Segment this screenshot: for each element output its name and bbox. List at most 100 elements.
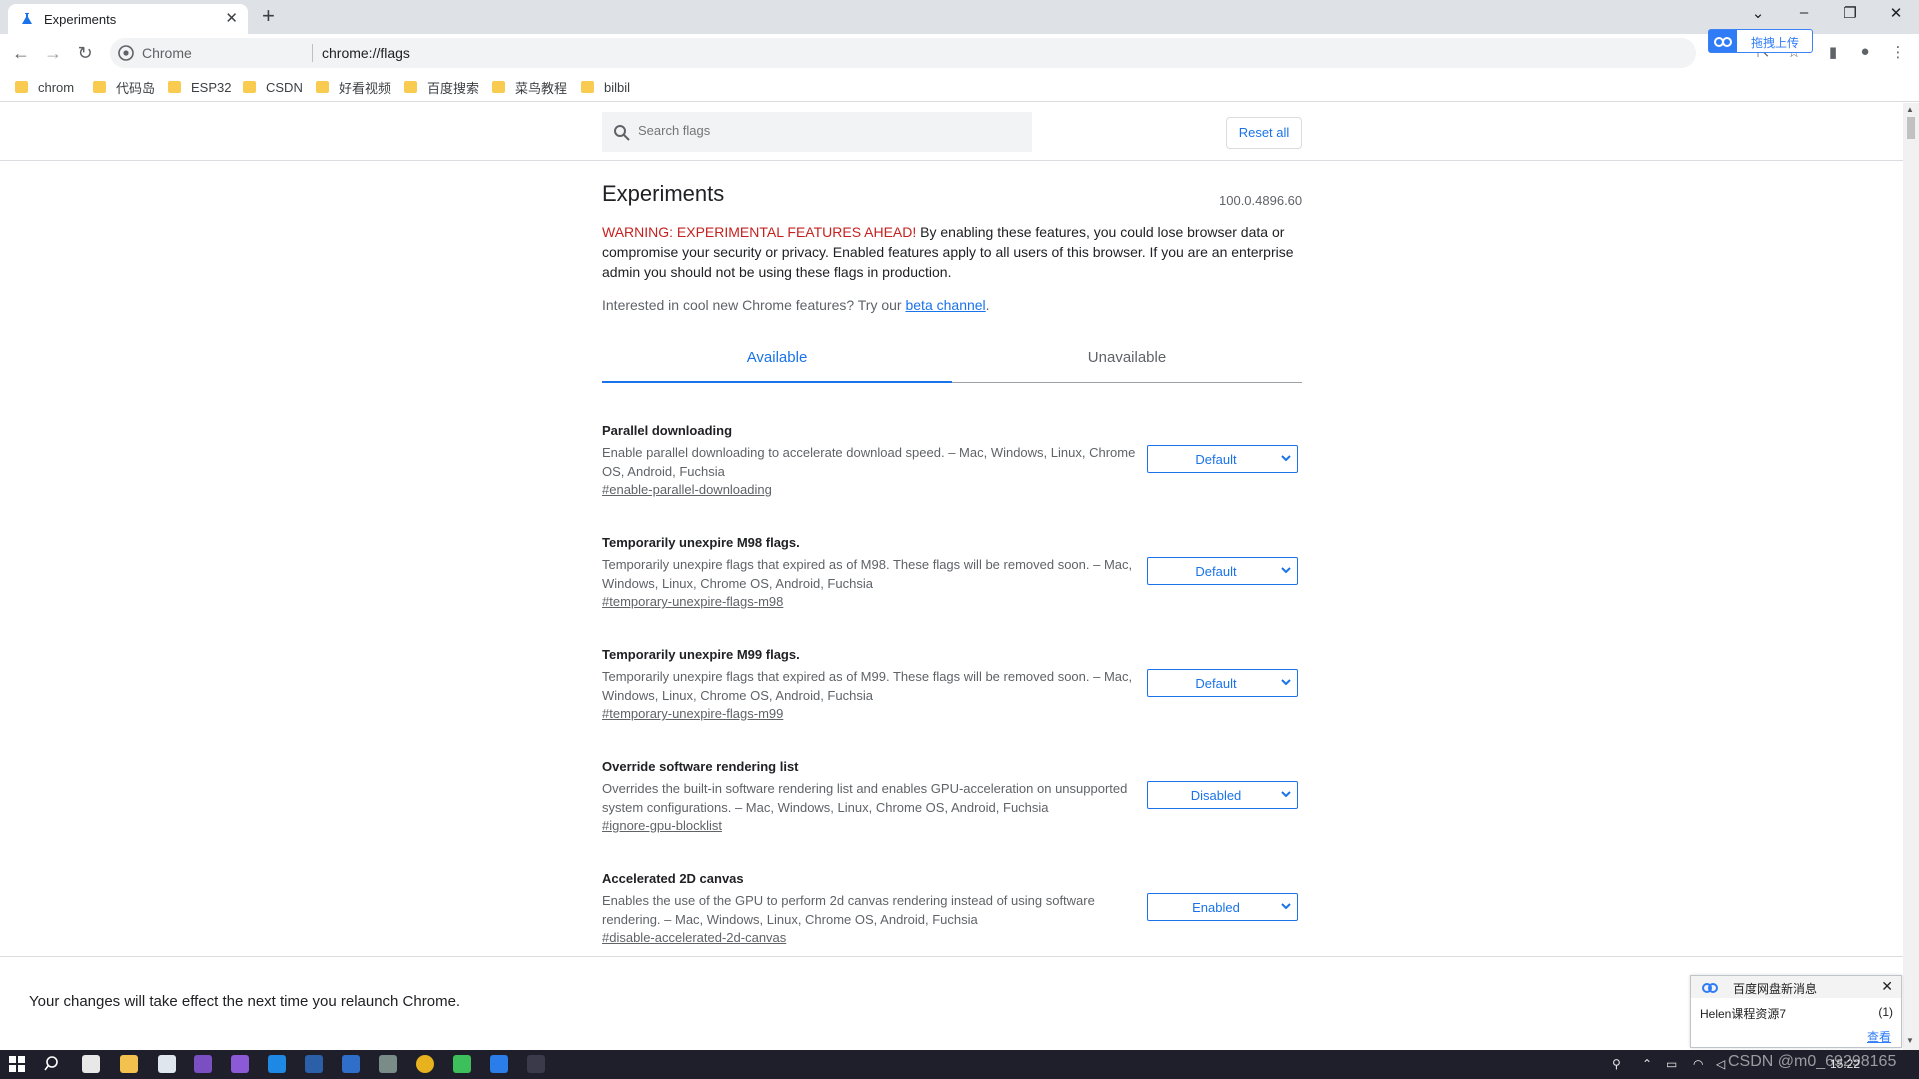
flags-page: Reset all Experiments 100.0.4896.60 WARN… xyxy=(0,103,1903,955)
powershell-icon[interactable] xyxy=(305,1055,323,1073)
scroll-down-icon[interactable]: ▼ xyxy=(1906,1036,1914,1045)
close-window-button[interactable]: ✕ xyxy=(1876,4,1916,22)
wechat-icon[interactable] xyxy=(453,1055,471,1073)
page-scrollbar[interactable]: ▲ ▼ xyxy=(1903,103,1919,1050)
bookmark-item[interactable]: chrom xyxy=(15,78,74,96)
promo-lead: Interested in cool new Chrome features? … xyxy=(602,297,906,313)
view-link[interactable]: 查看 xyxy=(1867,1028,1891,1045)
flag-link[interactable]: #disable-accelerated-2d-canvas xyxy=(602,930,786,945)
search-header: Reset all xyxy=(0,103,1903,161)
scrollbar-thumb[interactable] xyxy=(1907,117,1915,139)
vscode-icon[interactable] xyxy=(268,1055,286,1073)
bookmark-item[interactable]: CSDN xyxy=(243,78,303,96)
tab-search-icon[interactable]: ⌄ xyxy=(1738,4,1778,22)
flag-title: Temporarily unexpire M99 flags. xyxy=(602,647,800,662)
wifi-icon[interactable]: ◠ xyxy=(1693,1057,1703,1071)
page-title: Experiments xyxy=(602,181,725,206)
search-icon xyxy=(614,125,630,141)
promo-end: . xyxy=(985,297,990,313)
restore-button[interactable]: ❐ xyxy=(1830,4,1870,22)
notification-message[interactable]: Helen课程资源7 xyxy=(1700,1005,1786,1022)
flag-description: Temporarily unexpire flags that expired … xyxy=(602,669,1133,703)
visual-studio-icon[interactable] xyxy=(194,1055,212,1073)
menu-icon[interactable]: ⋮ xyxy=(1887,43,1909,65)
bookmark-item[interactable]: 百度搜索 xyxy=(404,78,479,96)
profile-avatar[interactable]: ● xyxy=(1854,43,1876,65)
document-icon[interactable] xyxy=(158,1055,176,1073)
volume-icon[interactable]: ◁ xyxy=(1716,1057,1725,1071)
bookmark-label: CSDN xyxy=(266,79,303,95)
baidu-upload-button[interactable]: 拖拽上传 xyxy=(1708,29,1813,53)
forward-button[interactable]: → xyxy=(40,40,66,66)
flag-link[interactable]: #temporary-unexpire-flags-m99 xyxy=(602,706,783,721)
tab-title: Experiments xyxy=(44,12,117,27)
search-box[interactable] xyxy=(602,112,1032,152)
reset-all-button[interactable]: Reset all xyxy=(1226,117,1302,149)
app-icon[interactable] xyxy=(490,1055,508,1073)
baidu-notification: 百度网盘新消息 ✕ Helen课程资源7 (1) 查看 xyxy=(1690,975,1902,1048)
flag-description: Temporarily unexpire flags that expired … xyxy=(602,557,1133,591)
close-tab-icon[interactable]: ✕ xyxy=(225,9,238,27)
tray-person-icon[interactable]: ⚲ xyxy=(1612,1057,1621,1071)
flag-select[interactable]: Default xyxy=(1147,557,1298,585)
folder-icon xyxy=(581,81,594,93)
file-explorer-icon[interactable] xyxy=(120,1055,138,1073)
terminal-icon[interactable] xyxy=(342,1055,360,1073)
folder-icon xyxy=(15,81,28,93)
tab-strip: Experiments ✕ + ⌄ – ❐ ✕ xyxy=(0,0,1919,34)
close-icon[interactable]: ✕ xyxy=(1881,978,1893,995)
version-label: 100.0.4896.60 xyxy=(1219,193,1303,208)
omnibox-separator xyxy=(312,44,313,62)
flask-icon xyxy=(22,13,32,24)
relaunch-message: Your changes will take effect the next t… xyxy=(29,993,461,1010)
omnibox-url[interactable]: chrome://flags xyxy=(322,45,410,61)
beta-channel-link[interactable]: beta channel xyxy=(905,297,985,313)
chrome-icon xyxy=(118,45,134,61)
tab-experiments[interactable]: Experiments ✕ xyxy=(8,4,248,34)
search-input[interactable] xyxy=(638,123,1018,138)
scroll-up-icon[interactable]: ▲ xyxy=(1906,105,1914,114)
reload-button[interactable]: ↻ xyxy=(72,40,98,66)
tab-unavailable[interactable]: Unavailable xyxy=(952,333,1302,383)
minimize-button[interactable]: – xyxy=(1784,4,1824,21)
flag-select[interactable]: Default xyxy=(1147,445,1298,473)
bookmark-item[interactable]: 菜鸟教程 xyxy=(492,78,567,96)
flag-entry: Temporarily unexpire M98 flags. Temporar… xyxy=(602,535,1302,625)
new-tab-button[interactable]: + xyxy=(262,4,275,28)
bookmark-item[interactable]: ESP32 xyxy=(168,78,231,96)
flag-select[interactable]: Disabled xyxy=(1147,781,1298,809)
bookmark-item[interactable]: bilbil xyxy=(581,78,630,96)
windows-start-icon[interactable] xyxy=(8,1055,26,1073)
chrome-icon[interactable] xyxy=(416,1055,434,1073)
bookmark-label: 百度搜索 xyxy=(427,80,480,96)
folder-icon xyxy=(316,81,329,93)
side-panel-icon[interactable]: ▮ xyxy=(1822,43,1844,65)
flag-select-value: Default xyxy=(1195,452,1237,467)
app-icon[interactable] xyxy=(379,1055,397,1073)
flag-entry: Override software rendering list Overrid… xyxy=(602,759,1302,849)
bookmarks-bar: chrom 代码岛 ESP32 CSDN 好看视频 百度搜索 菜鸟教程 bilb… xyxy=(0,72,1919,102)
bookmark-item[interactable]: 好看视频 xyxy=(316,78,391,96)
tray-chevron-up-icon[interactable]: ⌃ xyxy=(1642,1057,1652,1071)
flag-link[interactable]: #ignore-gpu-blocklist xyxy=(602,818,722,833)
settings-icon[interactable] xyxy=(527,1055,545,1073)
flag-select[interactable]: Enabled xyxy=(1147,893,1298,921)
relaunch-bar: Your changes will take effect the next t… xyxy=(0,956,1903,1050)
flag-title: Override software rendering list xyxy=(602,759,799,774)
bookmark-label: chrom xyxy=(38,79,75,95)
bookmark-item[interactable]: 代码岛 xyxy=(93,78,155,96)
chevron-down-icon xyxy=(1281,567,1291,574)
folder-icon xyxy=(492,81,505,93)
back-button[interactable]: ← xyxy=(8,40,34,66)
folder-icon xyxy=(404,81,417,93)
flag-select[interactable]: Default xyxy=(1147,669,1298,697)
flag-link[interactable]: #temporary-unexpire-flags-m98 xyxy=(602,594,783,609)
flag-select-value: Default xyxy=(1195,564,1237,579)
visual-studio-icon[interactable] xyxy=(231,1055,249,1073)
flag-link[interactable]: #enable-parallel-downloading xyxy=(602,482,772,497)
flag-description: Enable parallel downloading to accelerat… xyxy=(602,445,1136,479)
search-icon[interactable] xyxy=(44,1055,62,1073)
notepad-icon[interactable] xyxy=(82,1055,100,1073)
address-bar[interactable]: Chrome chrome://flags xyxy=(110,38,1696,68)
tab-available[interactable]: Available xyxy=(602,333,952,383)
